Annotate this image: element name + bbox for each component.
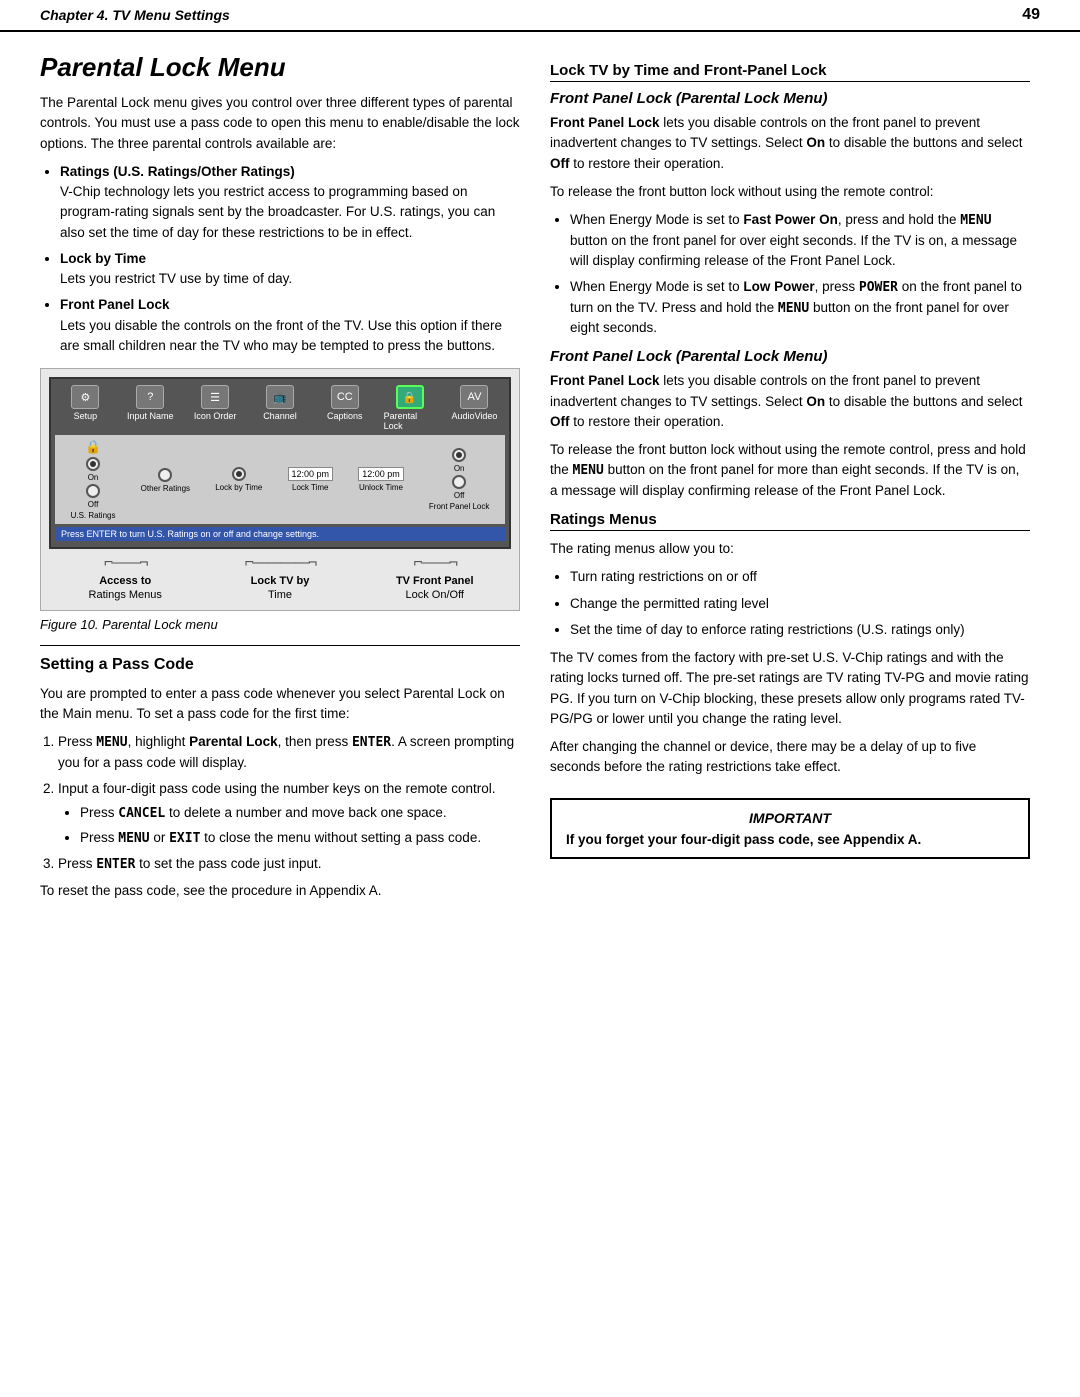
menu-other-ratings: Other Ratings [141,466,190,493]
step-2: Input a four-digit pass code using the n… [58,779,520,848]
front-panel-lock-1-subheading: Front Panel Lock (Parental Lock Menu) [550,90,1030,107]
ratings-menus-heading: Ratings Menus [550,511,1030,531]
ratings-intro: The rating menus allow you to: [550,539,1030,559]
list-item: Change the permitted rating level [570,594,1030,614]
tv-menu-icon-lock: 🔒 Parental Lock [384,385,436,431]
ratings-para1: The TV comes from the factory with pre-s… [550,648,1030,729]
bullet-list: Ratings (U.S. Ratings/Other Ratings) V-C… [60,162,520,356]
page-number: 49 [1022,6,1040,24]
tv-menu-items-row: 🔒 On Off U.S. Ratings Other Ratings Lock… [55,435,505,524]
sub-bullet-item: Press MENU or EXIT to close the menu wit… [80,828,520,849]
pass-code-last: To reset the pass code, see the procedur… [40,881,520,901]
fpl1-bullets: When Energy Mode is set to Fast Power On… [570,210,1030,338]
important-title: IMPORTANT [566,810,1014,826]
lock-tv-section: Lock TV by Time and Front-Panel Lock Fro… [550,62,1030,338]
bullet-label: Ratings (U.S. Ratings/Other Ratings) [60,164,295,179]
tv-menu-icon-captions: CC Captions [319,385,371,431]
bullet-text: V-Chip technology lets you restrict acce… [60,184,495,240]
front-panel-lock-2-section: Front Panel Lock (Parental Lock Menu) Fr… [550,348,1030,501]
figure-label-2: ⌐————¬ Lock TV byTime [204,553,356,602]
setting-pass-code-section: Setting a Pass Code You are prompted to … [40,656,520,901]
tv-menu-icon-channel: 📺 Channel [254,385,306,431]
intro-para: The Parental Lock menu gives you control… [40,93,520,154]
important-box: IMPORTANT If you forget your four-digit … [550,798,1030,859]
tv-menu-icon-iconorder: ☰ Icon Order [189,385,241,431]
pass-code-intro: You are prompted to enter a pass code wh… [40,684,520,725]
menu-unlock-time: 12:00 pm Unlock Time [358,467,404,492]
menu-lock-time: 12:00 pm Lock Time [288,467,334,492]
ratings-bullets: Turn rating restrictions on or off Chang… [570,567,1030,640]
left-column: Parental Lock Menu The Parental Lock men… [40,52,520,909]
tv-menu-bar: Press ENTER to turn U.S. Ratings on or o… [55,527,505,541]
bullet-text: Lets you disable the controls on the fro… [60,318,502,353]
menu-lock-by-time: Lock by Time [215,467,262,492]
bullet-label: Lock by Time [60,251,146,266]
sub-bullet-item: Press CANCEL to delete a number and move… [80,803,520,824]
main-title: Parental Lock Menu [40,52,520,83]
list-item: Ratings (U.S. Ratings/Other Ratings) V-C… [60,162,520,243]
tv-menu-icon-setup: ⚙ Setup [59,385,111,431]
page-body: Parental Lock Menu The Parental Lock men… [0,32,1080,929]
fpl2-para1: Front Panel Lock lets you disable contro… [550,371,1030,432]
menu-front-panel-lock: On Off Front Panel Lock [429,448,489,511]
figure-label-1: ⌐——¬ Access toRatings Menus [49,553,201,602]
setting-pass-code-heading: Setting a Pass Code [40,656,520,676]
figure-label-3: ⌐——¬ TV Front PanelLock On/Off [359,553,511,602]
step-3: Press ENTER to set the pass code just in… [58,854,520,875]
chapter-title: Chapter 4. TV Menu Settings [40,7,230,23]
fpl2-para2: To release the front button lock without… [550,440,1030,501]
tv-menu-icon-inputname: ? Input Name [124,385,176,431]
tv-menu-icon-audiovideo: AV AudioVideo [448,385,500,431]
list-item: When Energy Mode is set to Low Power, pr… [570,277,1030,338]
bullet-label: Front Panel Lock [60,297,170,312]
important-text: If you forget your four-digit pass code,… [566,832,1014,847]
right-column: Lock TV by Time and Front-Panel Lock Fro… [550,52,1030,909]
steps-list: Press MENU, highlight Parental Lock, the… [58,732,520,875]
list-item: Lock by Time Lets you restrict TV use by… [60,249,520,290]
page-header: Chapter 4. TV Menu Settings 49 [0,0,1080,32]
fpl1-para1: Front Panel Lock lets you disable contro… [550,113,1030,174]
bullet-text: Lets you restrict TV use by time of day. [60,271,292,286]
ratings-menus-section: Ratings Menus The rating menus allow you… [550,511,1030,778]
list-item: When Energy Mode is set to Fast Power On… [570,210,1030,271]
sub-bullet-list: Press CANCEL to delete a number and move… [80,803,520,848]
list-item: Front Panel Lock Lets you disable the co… [60,295,520,356]
figure-bracket-row: ⌐——¬ Access toRatings Menus ⌐————¬ Lock … [49,553,511,602]
front-panel-lock-2-subheading: Front Panel Lock (Parental Lock Menu) [550,348,1030,365]
tv-menu: ⚙ Setup ? Input Name ☰ Icon Order 📺 Chan… [49,377,511,549]
list-item: Turn rating restrictions on or off [570,567,1030,587]
tv-menu-top-row: ⚙ Setup ? Input Name ☰ Icon Order 📺 Chan… [55,385,505,431]
fpl1-para2: To release the front button lock without… [550,182,1030,202]
ratings-para2: After changing the channel or device, th… [550,737,1030,778]
figure-caption: Figure 10. Parental Lock menu [40,615,520,635]
lock-tv-heading: Lock TV by Time and Front-Panel Lock [550,62,1030,82]
menu-us-ratings: 🔒 On Off U.S. Ratings [71,439,116,520]
list-item: Set the time of day to enforce rating re… [570,620,1030,640]
step-1: Press MENU, highlight Parental Lock, the… [58,732,520,773]
figure-box: ⚙ Setup ? Input Name ☰ Icon Order 📺 Chan… [40,368,520,611]
